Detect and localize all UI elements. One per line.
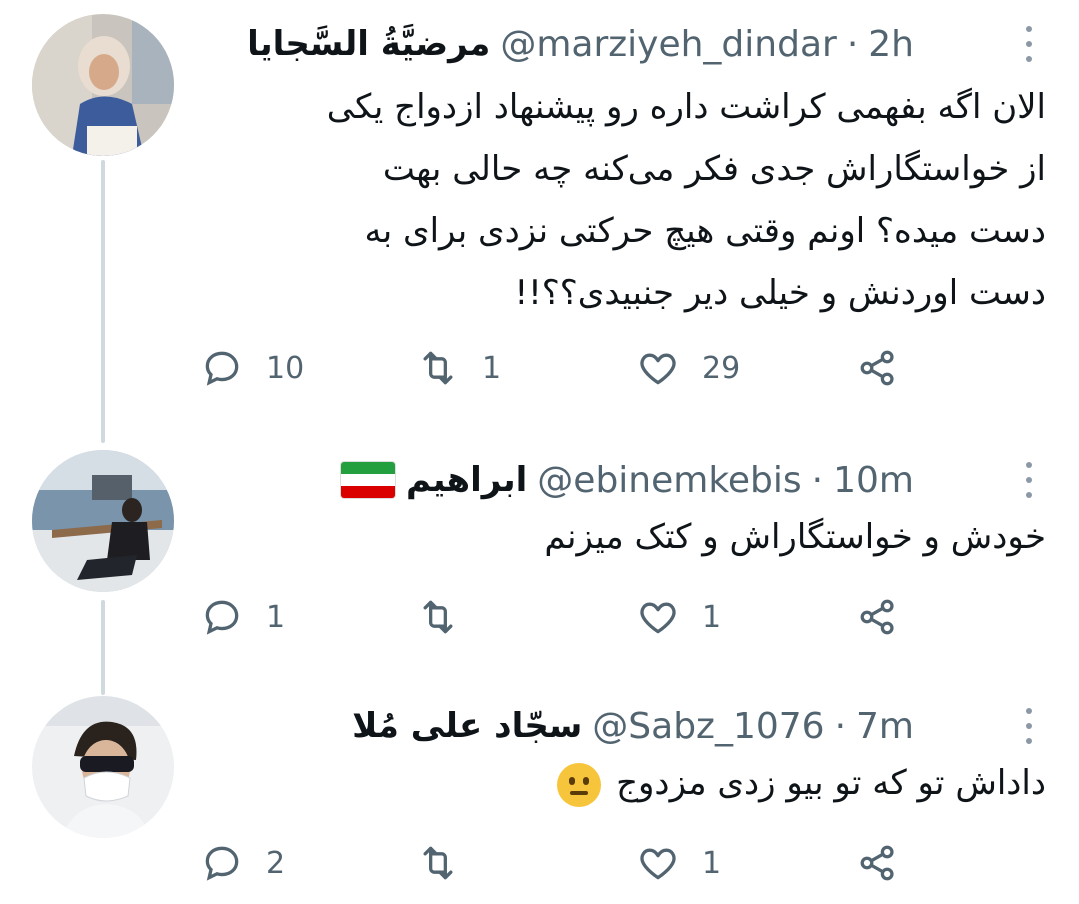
tweet-header: سجّاد علی مُلا @Sabz_1076 · 7m: [352, 696, 914, 756]
tweet[interactable]: ابراهیم @ebinemkebis · 10m خودش و خواستگ…: [0, 450, 1079, 650]
like-count: 29: [702, 350, 741, 386]
display-name[interactable]: ابراهیم: [406, 460, 527, 500]
avatar[interactable]: [32, 14, 174, 156]
reply-icon: [205, 846, 239, 881]
neutral-face-emoji: [557, 762, 602, 807]
separator: ·: [846, 23, 859, 65]
display-name[interactable]: مرضیَّةُ السَّجایا: [247, 24, 490, 64]
share-icon: [860, 599, 894, 635]
tweet-header: مرضیَّةُ السَّجایا @marziyeh_dindar · 2h: [247, 14, 914, 74]
reply-count: 2: [266, 845, 286, 881]
tweet-text-line: دست اوردنش و خیلی دیر جنبیدی؟؟!!: [514, 273, 1046, 313]
retweet-icon: [423, 600, 453, 634]
avatar[interactable]: [32, 696, 174, 838]
tweet-actions: 2 1: [200, 838, 920, 888]
retweet-icon: [423, 846, 453, 880]
tweet-text-line: خودش و خواستگاراش و کتک میزنم: [544, 517, 1046, 557]
like-button[interactable]: 1: [636, 592, 721, 642]
username[interactable]: @ebinemkebis: [537, 460, 801, 501]
retweet-button[interactable]: [416, 592, 482, 642]
like-button[interactable]: 1: [636, 838, 721, 888]
retweet-button[interactable]: [416, 838, 482, 888]
timestamp[interactable]: 2h: [868, 24, 914, 65]
heart-icon: [640, 353, 676, 385]
share-button[interactable]: [856, 838, 900, 888]
tweet-text-line: از خواستگاراش جدی فکر می‌کنه چه حالی بهت: [382, 149, 1046, 189]
heart-icon: [640, 848, 676, 880]
like-button[interactable]: 29: [636, 343, 740, 393]
heart-icon: [640, 602, 676, 634]
reply-button[interactable]: 1: [200, 592, 285, 642]
more-icon[interactable]: [1023, 708, 1035, 744]
display-name[interactable]: سجّاد علی مُلا: [352, 706, 582, 746]
reply-icon: [205, 600, 239, 635]
username[interactable]: @marziyeh_dindar: [500, 24, 836, 65]
tweet-actions: 10 1 29: [200, 343, 920, 393]
timestamp[interactable]: 10m: [833, 460, 914, 501]
share-icon: [860, 350, 894, 386]
more-icon[interactable]: [1023, 462, 1035, 498]
share-button[interactable]: [856, 343, 900, 393]
tweet-text-content: داداش تو که تو بیو زدی مزدوج: [616, 763, 1046, 803]
tweet-header: ابراهیم @ebinemkebis · 10m: [339, 450, 914, 510]
tweet-text-line: الان اگه بفهمی کراشت داره رو پیشنهاد ازد…: [326, 87, 1046, 127]
iran-flag-icon: [339, 461, 396, 499]
reply-count: 10: [266, 350, 305, 386]
tweet[interactable]: سجّاد علی مُلا @Sabz_1076 · 7m داداش تو …: [0, 696, 1079, 896]
share-button[interactable]: [856, 592, 900, 642]
separator: ·: [834, 705, 847, 747]
reply-icon: [205, 351, 239, 386]
tweet-text: خودش و خواستگاراش و کتک میزنم: [206, 506, 1046, 568]
tweet-text: داداش تو که تو بیو زدی مزدوج: [206, 752, 1046, 814]
retweet-icon: [423, 351, 453, 385]
reply-button[interactable]: 2: [200, 838, 285, 888]
username[interactable]: @Sabz_1076: [592, 706, 824, 747]
avatar[interactable]: [32, 450, 174, 592]
more-icon[interactable]: [1023, 26, 1035, 62]
tweet-text-line: دست میده؟ اونم وقتی هیچ حرکتی نزدی برای …: [364, 211, 1046, 251]
reply-count: 1: [266, 599, 286, 635]
tweet[interactable]: مرضیَّةُ السَّجایا @marziyeh_dindar · 2h…: [0, 14, 1079, 434]
retweet-button[interactable]: 1: [416, 343, 501, 393]
retweet-count: 1: [482, 350, 502, 386]
tweet-text: الان اگه بفهمی کراشت داره رو پیشنهاد ازد…: [206, 76, 1046, 324]
tweet-actions: 1 1: [200, 592, 920, 642]
reply-button[interactable]: 10: [200, 343, 304, 393]
tweet-text-line: داداش تو که تو بیو زدی مزدوج: [206, 752, 1046, 814]
separator: ·: [811, 459, 824, 501]
timestamp[interactable]: 7m: [856, 706, 914, 747]
like-count: 1: [702, 599, 722, 635]
like-count: 1: [702, 845, 722, 881]
share-icon: [860, 845, 894, 881]
